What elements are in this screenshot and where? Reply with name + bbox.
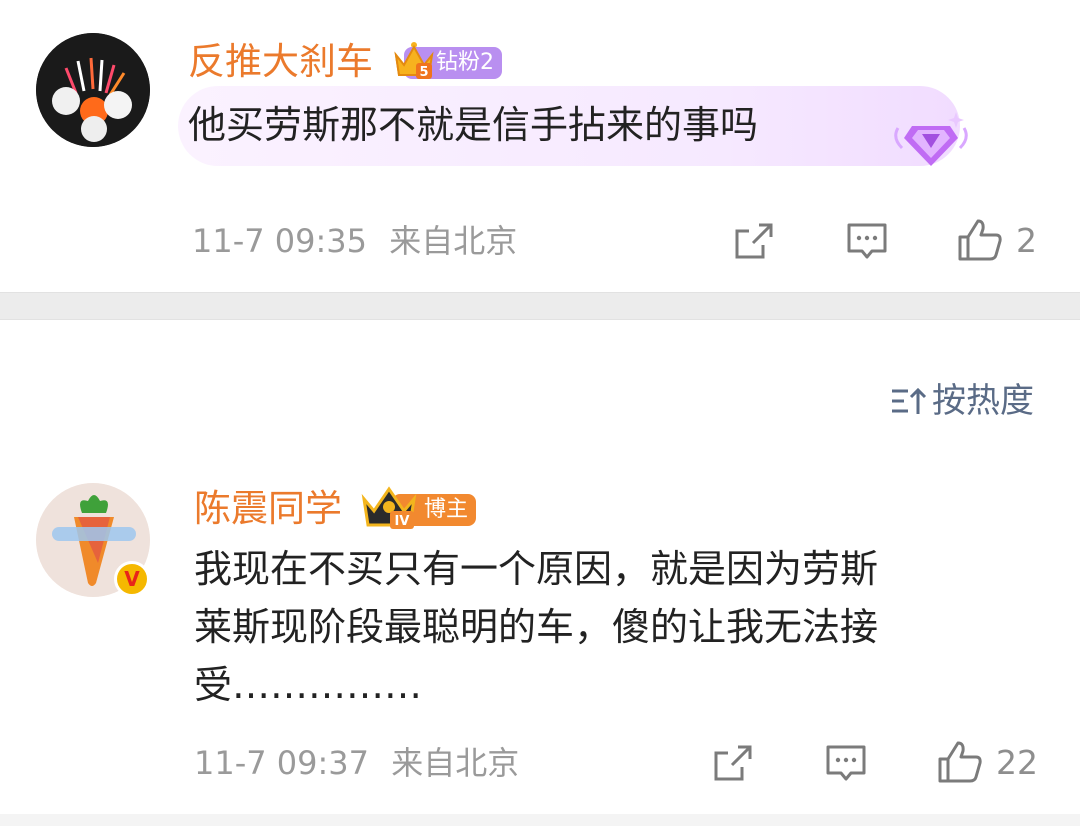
share-button[interactable]	[712, 743, 754, 783]
reply-button[interactable]	[846, 221, 888, 263]
comment-card: 反推大刹车 5 钻粉2 5 他买劳斯那不就是信手拈来的事吗 11-7 09:35…	[0, 0, 1080, 292]
thumbs-up-icon	[938, 741, 982, 783]
comment-text: 他买劳斯那不就是信手拈来的事吗	[188, 103, 759, 147]
timestamp: 11-7 09:37	[194, 744, 370, 782]
comment-meta: 11-7 09:35 来自北京	[192, 221, 517, 261]
like-button[interactable]: 2	[956, 217, 1037, 263]
crown-level: IV	[395, 514, 410, 529]
bottom-divider	[0, 814, 1080, 826]
like-count: 2	[1016, 220, 1037, 260]
location: 来自北京	[389, 222, 518, 260]
verified-icon: V	[114, 561, 150, 597]
like-button[interactable]: 22	[936, 739, 1038, 785]
avatar[interactable]	[36, 33, 150, 147]
location: 来自北京	[391, 744, 520, 782]
comment-text: 我现在不买只有一个原因，就是因为劳斯 莱斯现阶段最聪明的车，傻的让我无法接 受……	[194, 540, 878, 714]
diamond-decoration-icon	[892, 108, 970, 178]
section-divider	[0, 292, 1080, 320]
comment-icon	[847, 223, 887, 259]
like-count: 22	[996, 742, 1038, 782]
blogger-crown-icon: IV	[360, 485, 418, 535]
timestamp: 11-7 09:35	[192, 222, 368, 260]
comment-icon	[826, 745, 866, 781]
share-button[interactable]	[733, 221, 775, 261]
crown-level: 5	[419, 65, 428, 80]
comment-text-line: 莱斯现阶段最聪明的车，傻的让我无法接	[194, 605, 879, 649]
username[interactable]: 陈震同学	[194, 485, 342, 533]
share-icon	[714, 745, 752, 781]
fan-crown-icon-overlay: 5	[392, 41, 436, 85]
reply-button[interactable]	[825, 743, 867, 785]
comment-text-line: 受……………	[194, 663, 423, 707]
comment-meta: 11-7 09:37 来自北京	[194, 743, 519, 783]
thumbs-up-icon	[958, 219, 1002, 261]
share-icon	[735, 223, 773, 259]
comment-text-line: 我现在不买只有一个原因，就是因为劳斯	[194, 547, 879, 591]
username[interactable]: 反推大刹车	[188, 38, 373, 86]
